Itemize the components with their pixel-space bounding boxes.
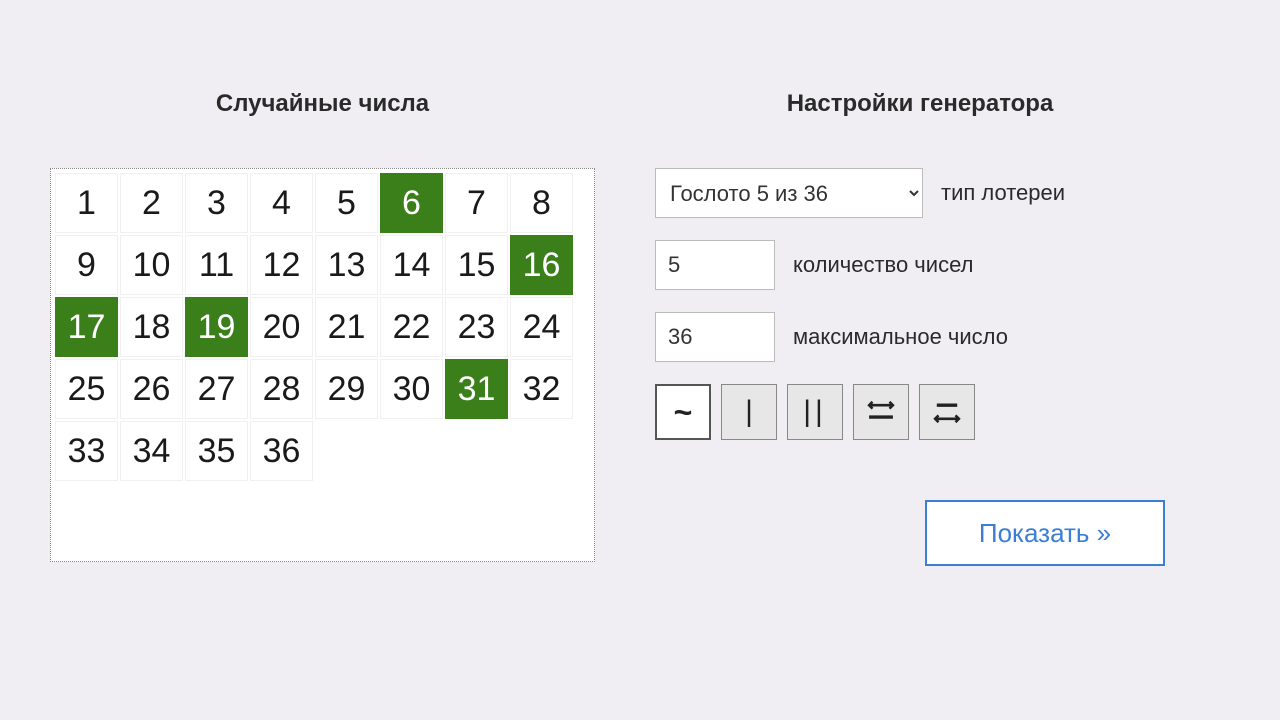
- tool-button-bar1[interactable]: |: [721, 384, 777, 440]
- number-cell-8[interactable]: 8: [510, 173, 573, 233]
- number-cell-29[interactable]: 29: [315, 359, 378, 419]
- number-cell-18[interactable]: 18: [120, 297, 183, 357]
- tool-button-bar2[interactable]: ||: [787, 384, 843, 440]
- number-cell-1[interactable]: 1: [55, 173, 118, 233]
- number-cell-14[interactable]: 14: [380, 235, 443, 295]
- submit-row: Показать »: [655, 500, 1185, 566]
- generator-settings-panel: Настройки генератора Гослото 5 из 36 тип…: [655, 90, 1185, 566]
- tilde-icon: ~: [674, 394, 693, 431]
- max-row: максимальное число: [655, 312, 1185, 362]
- number-cell-25[interactable]: 25: [55, 359, 118, 419]
- show-button[interactable]: Показать »: [925, 500, 1165, 566]
- count-label: количество чисел: [793, 252, 973, 278]
- number-cell-17[interactable]: 17: [55, 297, 118, 357]
- number-cell-10[interactable]: 10: [120, 235, 183, 295]
- number-cell-19[interactable]: 19: [185, 297, 248, 357]
- random-numbers-panel: Случайные числа 123456789101112131415161…: [50, 90, 595, 566]
- lottery-type-select[interactable]: Гослото 5 из 36: [655, 168, 923, 218]
- number-cell-2[interactable]: 2: [120, 173, 183, 233]
- number-cell-5[interactable]: 5: [315, 173, 378, 233]
- number-cell-33[interactable]: 33: [55, 421, 118, 481]
- single-bar-icon: |: [745, 395, 753, 429]
- number-cell-23[interactable]: 23: [445, 297, 508, 357]
- number-cell-22[interactable]: 22: [380, 297, 443, 357]
- tool-button-swap-h[interactable]: [853, 384, 909, 440]
- app-container: Случайные числа 123456789101112131415161…: [0, 0, 1280, 566]
- number-cell-9[interactable]: 9: [55, 235, 118, 295]
- number-cell-34[interactable]: 34: [120, 421, 183, 481]
- number-cell-32[interactable]: 32: [510, 359, 573, 419]
- number-cell-15[interactable]: 15: [445, 235, 508, 295]
- tool-button-tilde[interactable]: ~: [655, 384, 711, 440]
- number-cell-36[interactable]: 36: [250, 421, 313, 481]
- double-bar-icon: ||: [803, 395, 827, 429]
- count-row: количество чисел: [655, 240, 1185, 290]
- number-cell-30[interactable]: 30: [380, 359, 443, 419]
- number-cell-6[interactable]: 6: [380, 173, 443, 233]
- lottery-type-label: тип лотереи: [941, 180, 1065, 206]
- number-cell-24[interactable]: 24: [510, 297, 573, 357]
- number-grid: 1234567891011121314151617181920212223242…: [55, 173, 590, 481]
- number-cell-12[interactable]: 12: [250, 235, 313, 295]
- number-cell-13[interactable]: 13: [315, 235, 378, 295]
- lottery-type-row: Гослото 5 из 36 тип лотереи: [655, 168, 1185, 218]
- number-cell-11[interactable]: 11: [185, 235, 248, 295]
- tool-button-row: ~|||: [655, 384, 1185, 440]
- number-cell-21[interactable]: 21: [315, 297, 378, 357]
- generator-settings-title: Настройки генератора: [655, 90, 1185, 118]
- number-cell-7[interactable]: 7: [445, 173, 508, 233]
- random-numbers-title: Случайные числа: [50, 90, 595, 118]
- number-cell-31[interactable]: 31: [445, 359, 508, 419]
- number-cell-20[interactable]: 20: [250, 297, 313, 357]
- number-grid-wrapper: 1234567891011121314151617181920212223242…: [50, 168, 595, 562]
- swap-horizontal-icon: [864, 395, 898, 429]
- number-cell-3[interactable]: 3: [185, 173, 248, 233]
- max-label: максимальное число: [793, 324, 1008, 350]
- number-cell-28[interactable]: 28: [250, 359, 313, 419]
- max-input[interactable]: [655, 312, 775, 362]
- number-cell-26[interactable]: 26: [120, 359, 183, 419]
- count-input[interactable]: [655, 240, 775, 290]
- number-cell-27[interactable]: 27: [185, 359, 248, 419]
- swap-stacked-icon: [930, 395, 964, 429]
- number-cell-4[interactable]: 4: [250, 173, 313, 233]
- number-cell-16[interactable]: 16: [510, 235, 573, 295]
- tool-button-swap-v[interactable]: [919, 384, 975, 440]
- number-cell-35[interactable]: 35: [185, 421, 248, 481]
